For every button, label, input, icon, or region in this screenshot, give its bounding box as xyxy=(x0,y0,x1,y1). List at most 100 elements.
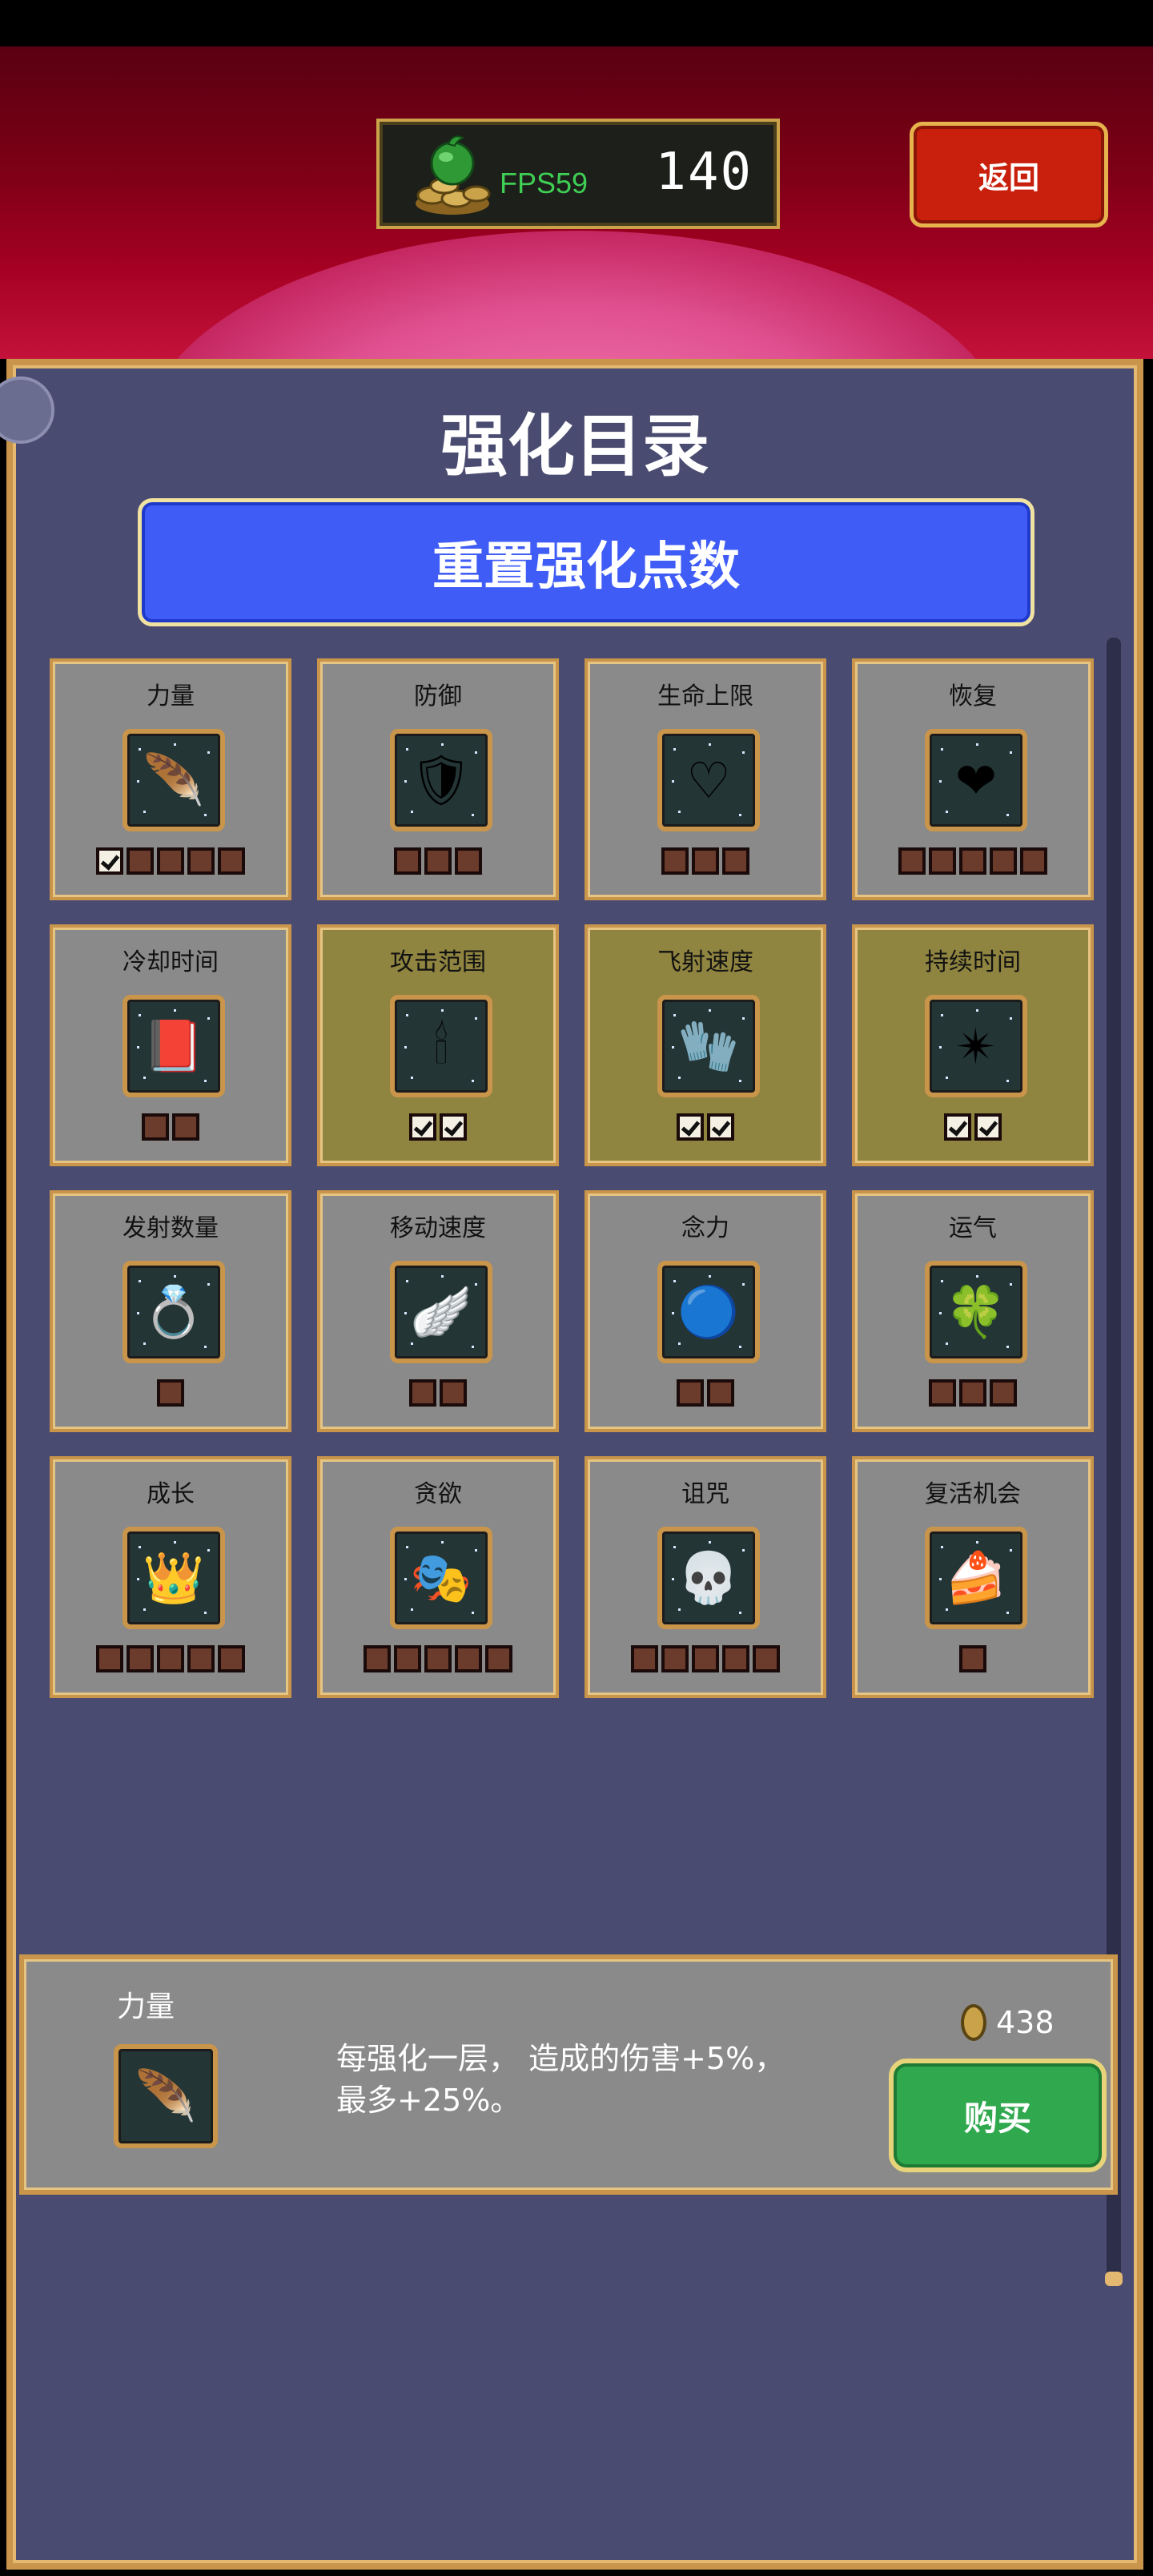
powerup-card[interactable]: 贪欲 🎭 xyxy=(317,1456,559,1698)
background-glow xyxy=(144,231,1009,359)
coin-counter: FPS59 140 xyxy=(376,119,780,229)
level-boxes xyxy=(855,1379,1091,1407)
powerup-label: 念力 xyxy=(681,1214,729,1242)
icon-glyph: 🍀 xyxy=(945,1282,1007,1341)
level-box-empty xyxy=(661,847,689,875)
powerup-card[interactable]: 成长 👑 xyxy=(50,1456,291,1698)
reset-powerups-button[interactable]: 重置强化点数 xyxy=(138,498,1034,626)
level-box-checked xyxy=(944,1113,971,1141)
level-boxes xyxy=(320,1645,556,1672)
level-box-empty xyxy=(990,847,1017,875)
level-box-checked xyxy=(974,1113,1002,1141)
level-boxes xyxy=(53,1113,288,1141)
powerup-card[interactable]: 攻击范围 🕯 xyxy=(317,924,559,1166)
icon-glyph: 📕 xyxy=(143,1016,205,1075)
level-box-empty xyxy=(424,1645,452,1672)
level-box-empty xyxy=(677,1379,704,1407)
level-box-empty xyxy=(157,1645,184,1672)
green-feather-icon: 🪶 xyxy=(123,729,225,831)
powerup-label: 防御 xyxy=(414,682,462,710)
powerup-card[interactable]: 移动速度 🪽 xyxy=(317,1190,559,1432)
powerup-card[interactable]: 冷却时间 📕 xyxy=(50,924,291,1166)
icon-glyph: 💍 xyxy=(143,1282,205,1341)
powerup-card[interactable]: 复活机会 🍰 xyxy=(852,1456,1094,1698)
level-box-empty xyxy=(722,1645,749,1672)
level-boxes xyxy=(855,847,1091,875)
wing-icon: 🪽 xyxy=(390,1261,492,1363)
coin-icon xyxy=(961,2004,986,2041)
level-boxes xyxy=(320,847,556,875)
red-tome-icon: 📕 xyxy=(123,995,225,1097)
detail-description: 每强化一层， 造成的伤害+5%， 最多+25%。 xyxy=(336,2041,785,2118)
back-button[interactable]: 返回 xyxy=(910,122,1108,227)
coin-bag-icon xyxy=(416,135,491,215)
fps-counter: FPS59 xyxy=(500,167,589,199)
price: 438 xyxy=(961,2004,1055,2041)
blue-orb-icon: 🔵 xyxy=(657,1261,760,1363)
level-box-empty xyxy=(127,1645,154,1672)
powerup-card[interactable]: 念力 🔵 xyxy=(585,1190,826,1432)
green-feather-icon: 🪶 xyxy=(114,2044,218,2148)
powerup-detail-panel: 力量 🪶 每强化一层， 造成的伤害+5%， 最多+25%。 438 购买 xyxy=(19,1954,1118,2195)
armor-icon: 🛡 xyxy=(390,729,492,831)
powerup-label: 冷却时间 xyxy=(123,948,219,976)
cake-icon: 🍰 xyxy=(925,1527,1027,1629)
clover-icon: 🍀 xyxy=(925,1261,1027,1363)
powerup-label: 生命上限 xyxy=(657,682,753,710)
level-box-empty xyxy=(722,847,749,875)
powerup-card[interactable]: 飞射速度 🧤 xyxy=(585,924,826,1166)
level-box-empty xyxy=(96,1645,123,1672)
level-box-empty xyxy=(692,847,719,875)
level-boxes xyxy=(320,1113,556,1141)
level-box-checked xyxy=(409,1113,436,1141)
level-box-empty xyxy=(142,1113,169,1141)
level-boxes xyxy=(855,1113,1091,1141)
icon-glyph: 🪽 xyxy=(410,1282,472,1341)
level-box-empty xyxy=(218,847,245,875)
powerup-card[interactable]: 防御 🛡 xyxy=(317,658,559,900)
level-box-empty xyxy=(127,847,154,875)
level-boxes xyxy=(53,1379,288,1407)
icon-glyph: 👑 xyxy=(143,1548,205,1607)
level-box-empty xyxy=(929,1379,956,1407)
level-box-empty xyxy=(409,1379,436,1407)
powerup-card[interactable]: 诅咒 💀 xyxy=(585,1456,826,1698)
level-boxes xyxy=(320,1379,556,1407)
powerup-label: 复活机会 xyxy=(925,1480,1021,1508)
powerup-card[interactable]: 发射数量 💍 xyxy=(50,1190,291,1432)
powerup-label: 发射数量 xyxy=(123,1214,219,1242)
heart-outline-icon: ♡ xyxy=(657,729,760,831)
coin-count: 140 xyxy=(655,143,753,202)
icon-glyph: 🎭 xyxy=(410,1548,472,1607)
level-box-empty xyxy=(187,847,215,875)
icon-glyph: ♡ xyxy=(686,751,731,810)
level-boxes xyxy=(588,1645,823,1672)
level-box-empty xyxy=(485,1645,512,1672)
powerup-card[interactable]: 持续时间 ✴ xyxy=(852,924,1094,1166)
powerup-label: 成长 xyxy=(147,1480,195,1508)
powerup-card[interactable]: 力量 🪶 xyxy=(50,658,291,900)
buy-button[interactable]: 购买 xyxy=(889,2059,1107,2172)
level-box-empty xyxy=(172,1113,199,1141)
bracer-icon: 🧤 xyxy=(657,995,760,1097)
icon-glyph: 💀 xyxy=(677,1548,740,1607)
powerup-card[interactable]: 生命上限 ♡ xyxy=(585,658,826,900)
powerup-label: 诅咒 xyxy=(681,1480,729,1508)
level-box-empty xyxy=(394,847,421,875)
price-value: 438 xyxy=(996,2005,1055,2040)
detail-name: 力量 xyxy=(117,1990,175,2023)
level-box-empty xyxy=(898,847,926,875)
icon-glyph: 🕯 xyxy=(434,1016,448,1075)
top-status-bar xyxy=(0,0,1153,46)
powerup-card[interactable]: 恢复 ❤ xyxy=(852,658,1094,900)
powerup-label: 移动速度 xyxy=(390,1214,486,1242)
icon-glyph: ❤ xyxy=(955,751,997,810)
powerup-card[interactable]: 运气 🍀 xyxy=(852,1190,1094,1432)
level-box-checked xyxy=(440,1113,467,1141)
level-boxes xyxy=(588,1379,823,1407)
powerup-label: 运气 xyxy=(949,1214,997,1242)
powerup-label: 恢复 xyxy=(949,682,997,710)
level-box-empty xyxy=(959,1379,986,1407)
scrollbar-thumb[interactable] xyxy=(1105,2272,1123,2286)
mask-icon: 🎭 xyxy=(390,1527,492,1629)
